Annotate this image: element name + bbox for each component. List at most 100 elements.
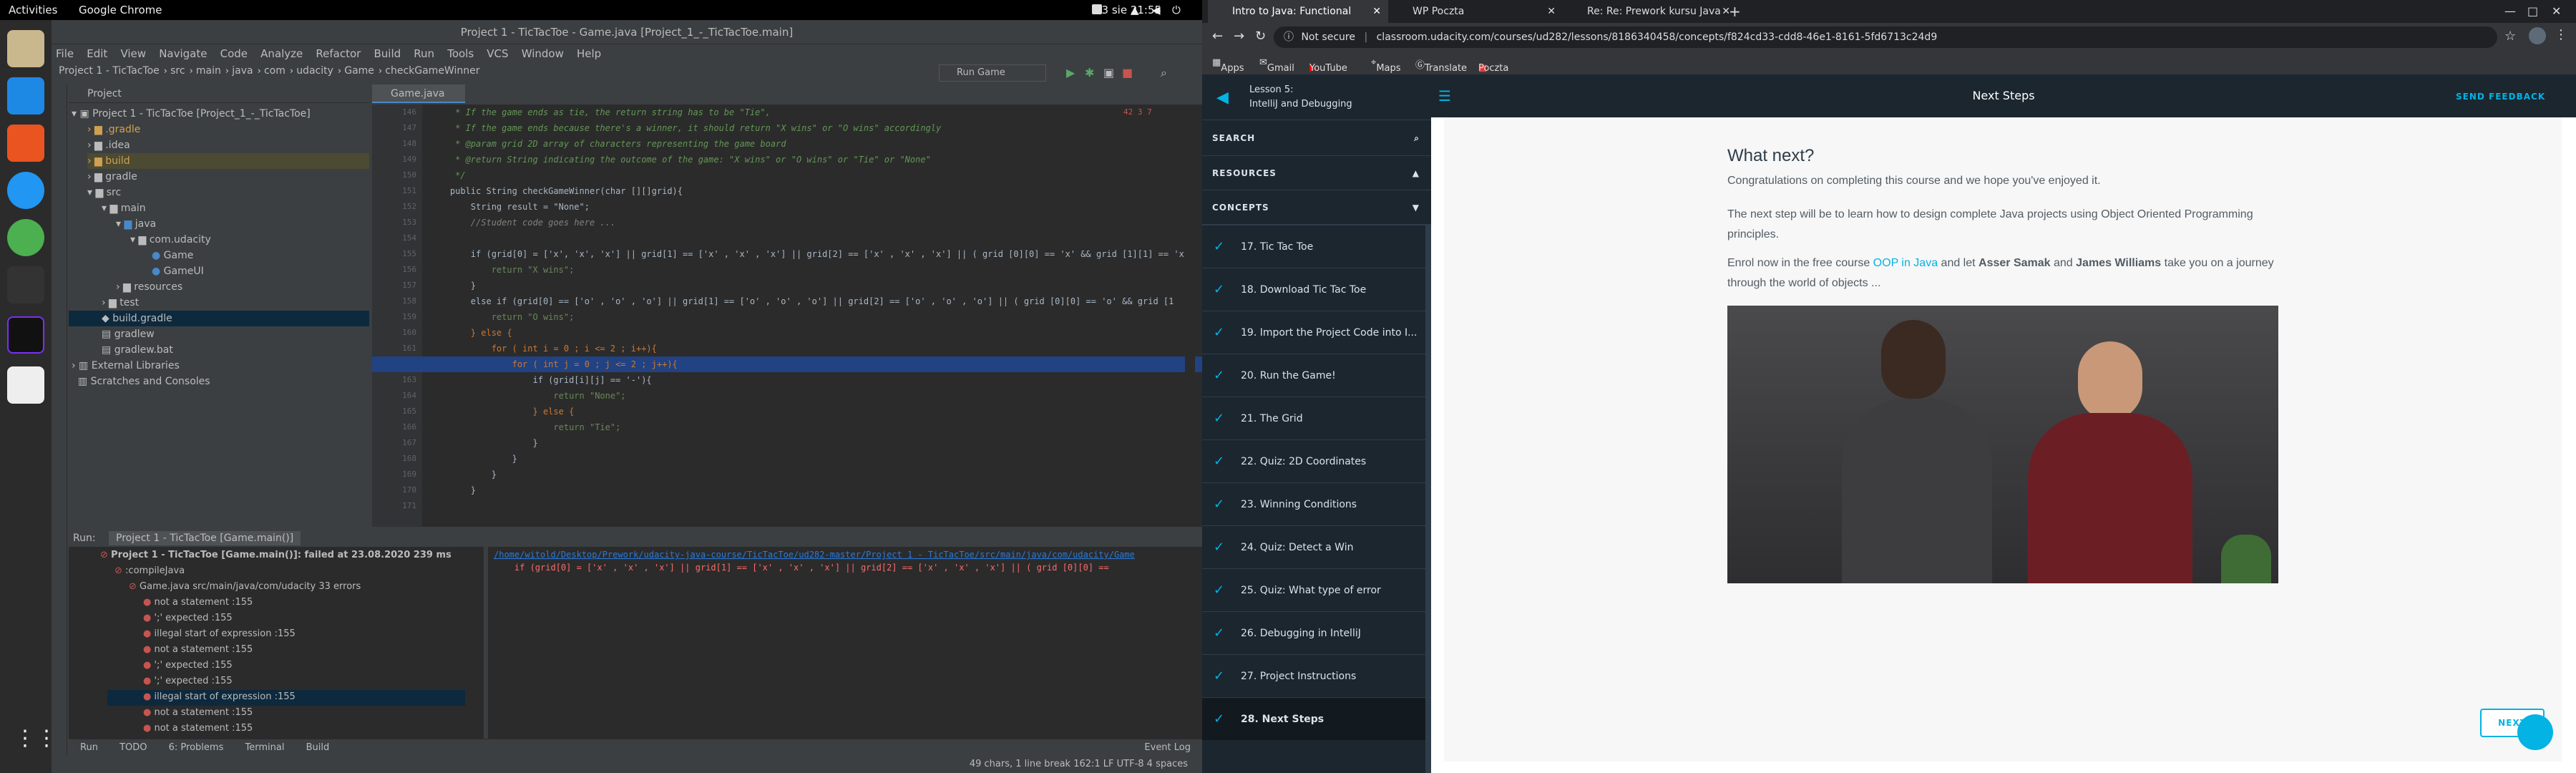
crumb-game[interactable]: Game: [344, 65, 374, 77]
calculator-icon[interactable]: [7, 366, 44, 404]
window-close-button[interactable]: ✕: [2552, 4, 2561, 18]
active-app-menu[interactable]: Google Chrome: [79, 4, 162, 16]
help-icon[interactable]: [7, 172, 44, 209]
file-errors-row[interactable]: ⊘ Game.java src/main/java/com/udacity 33…: [129, 581, 361, 592]
menu-view[interactable]: View: [120, 47, 146, 60]
close-icon[interactable]: ✕: [1372, 0, 1381, 23]
error-row[interactable]: ● not a statement :155: [143, 644, 253, 655]
concept-item[interactable]: ✓ 24. Quiz: Detect a Win: [1202, 525, 1425, 568]
crumb-method[interactable]: checkGameWinner: [385, 65, 479, 77]
info-icon[interactable]: ⓘ: [1284, 31, 1294, 43]
new-tab-button[interactable]: +: [1729, 3, 1741, 20]
crumb-java[interactable]: java: [232, 65, 253, 77]
concept-item[interactable]: ✓ 20. Run the Game!: [1202, 354, 1425, 397]
close-icon[interactable]: ✕: [1547, 0, 1556, 23]
concept-item[interactable]: ✓ 19. Import the Project Code into I...: [1202, 311, 1425, 354]
tool-tab-problems[interactable]: 6: Problems: [169, 742, 224, 753]
status-text[interactable]: 49 chars, 1 line break 162:1 LF UTF-8 4 …: [970, 756, 1188, 773]
menu-analyze[interactable]: Analyze: [260, 47, 303, 60]
menu-help[interactable]: Help: [577, 47, 601, 60]
forward-icon[interactable]: →: [1234, 29, 1244, 44]
menu-window[interactable]: Window: [522, 47, 564, 60]
debug-icon[interactable]: ✱: [1085, 66, 1094, 79]
error-file-link[interactable]: /home/witold/Desktop/Prework/udacity-jav…: [488, 547, 1202, 563]
event-log-button[interactable]: Event Log: [1144, 739, 1191, 757]
concept-item[interactable]: ✓ 23. Winning Conditions: [1202, 482, 1425, 525]
tab-game-java[interactable]: Game.java: [372, 84, 465, 103]
concept-item-active[interactable]: ✓ 28. Next Steps: [1202, 697, 1425, 740]
maximize-button[interactable]: □: [2527, 4, 2538, 18]
concept-item[interactable]: ✓ 26. Debugging in IntelliJ: [1202, 611, 1425, 654]
project-panel-header[interactable]: Project: [69, 84, 369, 103]
volume-icon[interactable]: ◀: [1152, 4, 1161, 16]
run-icon[interactable]: ▶: [1066, 66, 1075, 79]
tool-tab-build[interactable]: Build: [306, 742, 330, 753]
menu-build[interactable]: Build: [374, 47, 401, 60]
error-row[interactable]: ● not a statement :155: [143, 707, 253, 718]
concept-item[interactable]: ✓ 17. Tic Tac Toe: [1202, 225, 1425, 268]
chrome-icon[interactable]: [7, 219, 44, 256]
network-icon[interactable]: ▲: [1131, 4, 1139, 16]
error-row[interactable]: ● ';' expected :155: [143, 660, 233, 671]
sidebar-search[interactable]: SEARCH ⌕: [1202, 120, 1431, 156]
bookmark-translate[interactable]: Ⓖ Translate: [1415, 57, 1467, 74]
bookmark-star-icon[interactable]: ☆: [2504, 29, 2516, 44]
tree-item-scratches[interactable]: ▥ Scratches and Consoles: [72, 374, 210, 389]
tree-item-gameui-class[interactable]: ● GameUI: [152, 263, 204, 279]
error-row[interactable]: ● not a statement :155: [143, 597, 253, 608]
inspection-widget[interactable]: 42 3 7: [1123, 107, 1152, 117]
sidebar-scrollbar[interactable]: [1425, 225, 1431, 773]
menu-run[interactable]: Run: [414, 47, 434, 60]
tree-item-build[interactable]: › ▆ build: [87, 153, 369, 169]
chat-bubble-icon[interactable]: [2517, 714, 2553, 750]
crumb-project[interactable]: Project 1 - TicTacToe: [59, 65, 160, 77]
run-console[interactable]: /home/witold/Desktop/Prework/udacity-jav…: [488, 547, 1202, 756]
tree-item-build-gradle[interactable]: ◆ build.gradle: [69, 311, 369, 326]
concept-item[interactable]: ✓ 25. Quiz: What type of error: [1202, 568, 1425, 611]
back-icon[interactable]: ←: [1212, 29, 1223, 44]
tree-item-package[interactable]: ▾ ▆ com.udacity: [130, 232, 211, 248]
error-row[interactable]: ● ';' expected :155: [143, 676, 233, 686]
compile-row[interactable]: ⊘ :compileJava: [114, 565, 185, 576]
code-editor[interactable]: 146 147 148 149 150 151 152 153 154 155 …: [372, 104, 1202, 527]
menu-tools[interactable]: Tools: [447, 47, 474, 60]
concept-item[interactable]: ✓ 18. Download Tic Tac Toe: [1202, 268, 1425, 311]
address-bar[interactable]: ⓘ Not secure | classroom.udacity.com/cou…: [1274, 26, 2497, 48]
menu-navigate[interactable]: Navigate: [159, 47, 207, 60]
tree-item-project[interactable]: ▾ ▣ Project 1 - TicTacToe [Project_1_-_T…: [72, 106, 311, 122]
tab-wp-poczta[interactable]: WP Poczta ✕: [1388, 0, 1563, 23]
run-config-select[interactable]: Run Game: [939, 64, 1046, 82]
tree-item-game-class[interactable]: ● Game: [152, 248, 193, 263]
files-icon[interactable]: [7, 30, 44, 67]
crumb-src[interactable]: src: [170, 65, 185, 77]
bookmark-apps[interactable]: ▦ Apps: [1212, 57, 1244, 74]
tree-item-gradlew[interactable]: ▤ gradlew: [102, 326, 155, 342]
bookmark-maps[interactable]: ⌖ Maps: [1371, 57, 1401, 74]
steam-icon[interactable]: [1092, 4, 1102, 14]
error-row-selected[interactable]: ● illegal start of expression :155: [143, 691, 296, 702]
error-row[interactable]: ● illegal start of expression :155: [143, 628, 296, 639]
tree-item-idea[interactable]: › ▆ .idea: [87, 137, 130, 153]
tree-item-java[interactable]: ▾ ▆ java: [116, 216, 156, 232]
oop-course-link[interactable]: OOP in Java: [1873, 257, 1938, 269]
send-feedback-link[interactable]: SEND FEEDBACK: [2456, 92, 2545, 102]
software-center-icon[interactable]: [7, 125, 44, 162]
terminal-icon[interactable]: [7, 266, 44, 303]
tree-item-src[interactable]: ▾ ▆ src: [87, 185, 121, 200]
bookmark-gmail[interactable]: ✉ Gmail: [1259, 57, 1294, 74]
tree-item-gradle[interactable]: › ▆ gradle: [87, 169, 137, 185]
lesson-header[interactable]: ◀ Lesson 5: IntelliJ and Debugging: [1202, 74, 1431, 120]
tree-item-resources[interactable]: › ▆ resources: [116, 279, 182, 295]
menu-file[interactable]: File: [56, 47, 74, 60]
concepts-toggle[interactable]: CONCEPTS ▼: [1202, 190, 1431, 225]
resources-toggle[interactable]: RESOURCES ▲: [1202, 156, 1431, 190]
build-result-row[interactable]: ⊘ Project 1 - TicTacToe [Game.main()]: f…: [100, 550, 452, 560]
avatar[interactable]: [2529, 27, 2546, 44]
crumb-com[interactable]: com: [264, 65, 286, 77]
error-row[interactable]: ● not a statement :155: [143, 723, 253, 734]
search-everywhere-icon[interactable]: ⌕: [1161, 66, 1167, 80]
power-icon[interactable]: ⏻: [1172, 4, 1181, 16]
concept-item[interactable]: ✓ 27. Project Instructions: [1202, 654, 1425, 697]
tab-prework-mail[interactable]: Re: Re: Prework kursu Java ✕: [1563, 0, 1737, 23]
menu-code[interactable]: Code: [220, 47, 248, 60]
